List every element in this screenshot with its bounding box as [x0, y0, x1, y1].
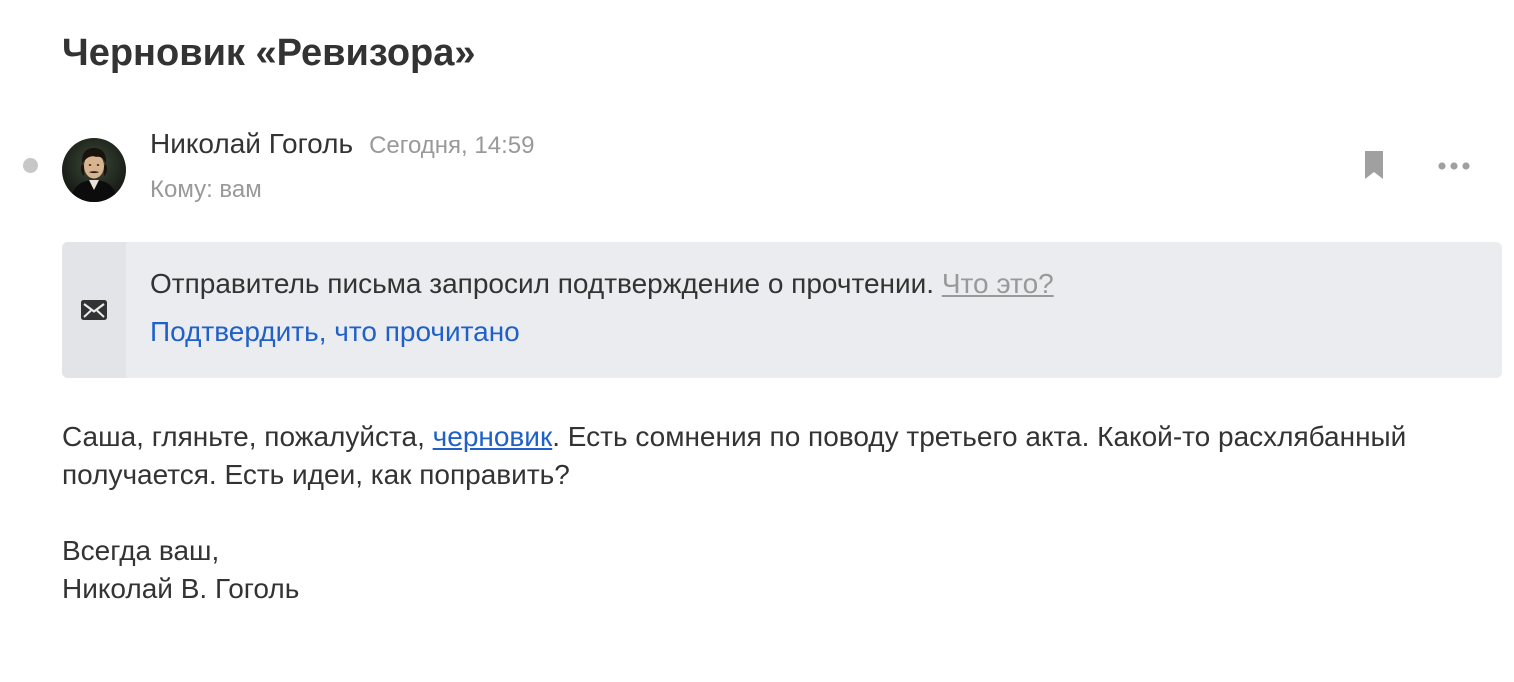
sender-line: Николай Гоголь Сегодня, 14:59: [150, 128, 534, 168]
email-body: Саша, гляньте, пожалуйста, черновик. Ест…: [62, 418, 1482, 608]
bookmark-icon: [1365, 151, 1383, 179]
read-receipt-message-line: Отправитель письма запросил подтверждени…: [150, 268, 1054, 300]
email-view: Черновик «Ревизора» Николай Гоголь Сегод…: [0, 0, 1514, 682]
envelope-icon: [81, 300, 107, 320]
confirm-read-link[interactable]: Подтвердить, что прочитано: [150, 316, 520, 348]
draft-link[interactable]: черновик: [433, 421, 553, 452]
more-horizontal-icon: [1438, 162, 1470, 170]
sender-avatar[interactable]: [62, 138, 126, 202]
signature-line-2: Николай В. Гоголь: [62, 573, 300, 604]
read-receipt-notice: Отправитель письма запросил подтверждени…: [62, 242, 1502, 378]
sent-time: Сегодня, 14:59: [369, 132, 535, 159]
body-paragraph: Саша, гляньте, пожалуйста, черновик. Ест…: [62, 418, 1482, 494]
read-receipt-message: Отправитель письма запросил подтверждени…: [150, 268, 942, 299]
body-text-before-link: Саша, гляньте, пожалуйста,: [62, 421, 433, 452]
unread-indicator[interactable]: [23, 158, 38, 173]
avatar-portrait-image: [62, 138, 126, 202]
email-subject: Черновик «Ревизора»: [62, 32, 476, 74]
sender-name[interactable]: Николай Гоголь: [150, 128, 353, 160]
bookmark-button[interactable]: [1360, 148, 1390, 184]
more-actions-button[interactable]: [1434, 152, 1474, 180]
recipient-line: Кому: вам: [150, 176, 262, 203]
read-receipt-help-link[interactable]: Что это?: [942, 268, 1054, 299]
signature-line-1: Всегда ваш,: [62, 535, 220, 566]
read-receipt-icon-column: [62, 242, 126, 378]
